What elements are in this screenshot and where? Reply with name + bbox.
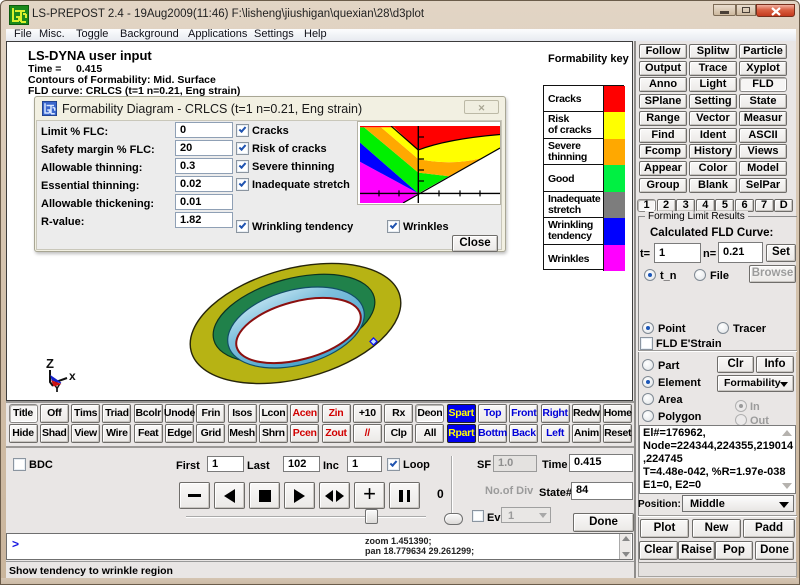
svg-text:Z: Z	[46, 356, 54, 371]
svg-text:x: x	[69, 369, 76, 383]
